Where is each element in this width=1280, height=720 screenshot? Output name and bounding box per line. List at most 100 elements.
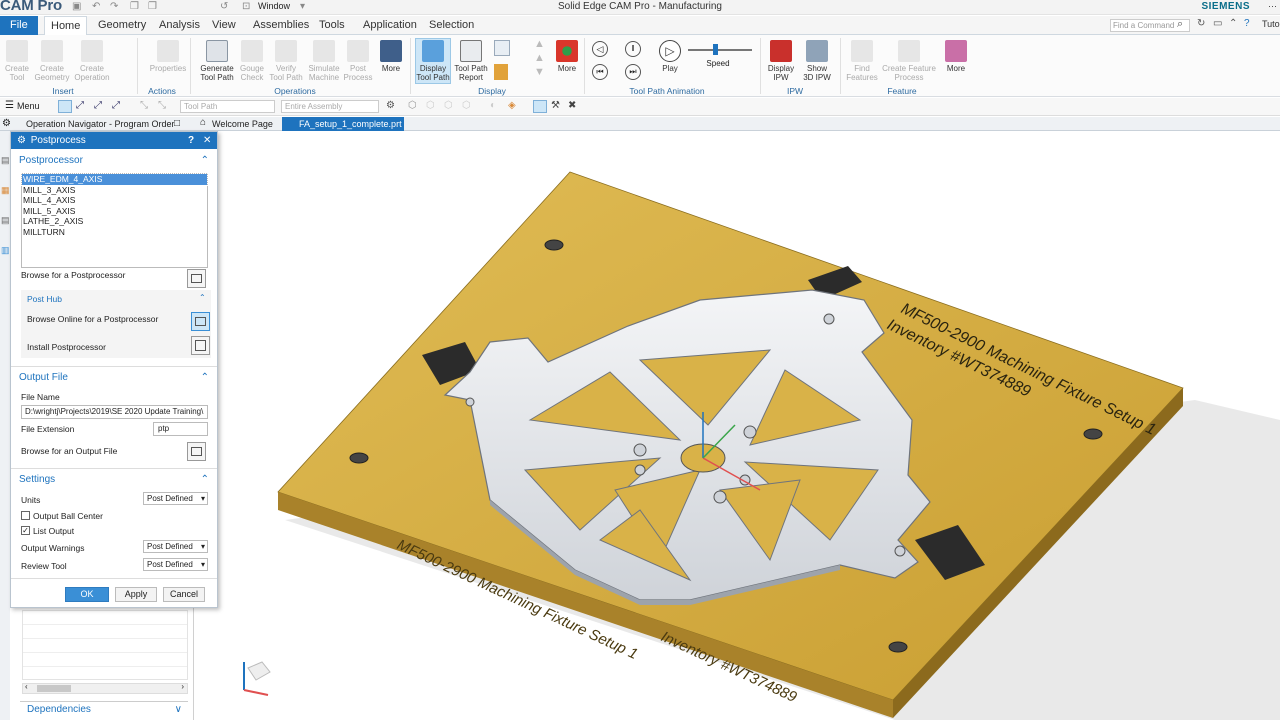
scope-select[interactable]: Entire Assembly (281, 100, 379, 113)
find-features-button[interactable]: Find Features (845, 40, 879, 82)
pin-icon[interactable]: □ (174, 118, 180, 129)
tab-view[interactable]: View (206, 16, 242, 35)
up-arrow-icon[interactable]: ▲ (534, 52, 545, 64)
ok-button[interactable]: OK (65, 587, 109, 602)
menu-button[interactable]: Menu (17, 101, 40, 111)
tab-file[interactable]: File (0, 16, 38, 35)
tab-tools[interactable]: Tools (313, 16, 351, 35)
list-item[interactable]: LATHE_2_AXIS (22, 216, 207, 227)
generate-tool-path-button[interactable]: Generate Tool Path (198, 40, 236, 82)
tab-analysis[interactable]: Analysis (153, 16, 206, 35)
snap-icon[interactable]: ⬡ (444, 100, 453, 111)
display-option-icon[interactable] (494, 40, 510, 56)
review-tool-select[interactable]: Post Defined (143, 558, 208, 571)
type-filter-select[interactable]: Tool Path (180, 100, 275, 113)
snap-icon[interactable]: ⬡ (426, 100, 435, 111)
assembly-icon[interactable]: ▥ (1, 245, 10, 256)
machine-icon[interactable]: ▦ (1, 185, 10, 196)
output-ball-center-checkbox[interactable] (21, 511, 30, 520)
units-select[interactable]: Post Defined (143, 492, 208, 505)
create-geometry-button[interactable]: Create Geometry (33, 40, 71, 82)
snap-icon[interactable]: ⚙ (386, 100, 395, 111)
more-display-button[interactable]: More (554, 40, 580, 73)
window-icon[interactable]: ▭ (1213, 18, 1222, 29)
dependencies-panel-header[interactable]: Dependencies ∨ (20, 701, 188, 716)
view-toggle-icon[interactable] (533, 100, 547, 113)
dialog-title-bar[interactable]: ⚙ Postprocess ? ✕ (11, 132, 217, 149)
select-icon[interactable]: ⤢ (94, 100, 102, 111)
verify-tool-path-button[interactable]: Verify Tool Path (268, 40, 304, 82)
close-icon[interactable]: ✕ (203, 132, 211, 149)
output-warnings-select[interactable]: Post Defined (143, 540, 208, 553)
file-extension-input[interactable]: ptp (153, 422, 208, 436)
browse-folder-button[interactable] (187, 269, 206, 288)
tutorial-link[interactable]: Tuto (1262, 19, 1280, 29)
post-hub-header[interactable]: Post Hub (27, 294, 62, 304)
settings-section-header[interactable]: Settings (19, 474, 55, 485)
up-arrow-icon[interactable]: ▲ (534, 38, 545, 50)
list-item[interactable]: MILL_3_AXIS (22, 185, 207, 196)
output-file-section-header[interactable]: Output File (19, 372, 68, 383)
snap-icon[interactable]: ⬡ (408, 100, 417, 111)
list-item[interactable]: WIRE_EDM_4_AXIS (21, 173, 208, 186)
chevron-up-icon[interactable]: ⌃ (201, 474, 209, 485)
create-feature-process-button[interactable]: Create Feature Process (880, 40, 938, 82)
select-icon[interactable]: ⤢ (76, 100, 84, 111)
list-item[interactable]: MILL_5_AXIS (22, 206, 207, 217)
select-icon[interactable]: ⤡ (140, 100, 148, 111)
postprocessor-section-header[interactable]: Postprocessor (19, 155, 83, 166)
horizontal-scrollbar[interactable]: ‹ › (22, 682, 188, 694)
speed-slider-thumb[interactable] (713, 44, 718, 55)
scroll-left-icon[interactable]: ‹ (25, 682, 28, 691)
menu-icon[interactable]: ☰ (5, 100, 14, 111)
step-back-icon[interactable]: ◁ (592, 41, 608, 57)
tab-part-file[interactable]: FA_setup_1_complete.prt ✕ (282, 117, 404, 143)
view-toggle-icon[interactable]: ✖ (568, 100, 576, 111)
create-operation-button[interactable]: Create Operation (72, 40, 112, 82)
search-icon[interactable]: ⌕ (1177, 18, 1183, 31)
simulate-machine-button[interactable]: Simulate Machine (306, 40, 342, 82)
select-icon[interactable]: ⤢ (112, 100, 120, 111)
pause-icon[interactable]: ‖ (625, 41, 641, 57)
tab-application[interactable]: Application (357, 16, 423, 35)
list-output-checkbox[interactable]: ✓ (21, 526, 30, 535)
create-tool-button[interactable]: Create Tool (2, 40, 32, 82)
graphics-viewport[interactable]: MF500-2900 Machining Fixture Setup 1 Inv… (195, 131, 1280, 720)
more-feature-button[interactable]: More (943, 40, 969, 73)
list-item[interactable]: MILL_4_AXIS (22, 195, 207, 206)
navigator-icon[interactable]: ▤ (1, 155, 10, 166)
select-icon[interactable]: ⤡ (158, 100, 166, 111)
down-arrow-icon[interactable]: ▼ (534, 66, 545, 78)
apply-button[interactable]: Apply (115, 587, 157, 602)
list-item[interactable]: MILLTURN (22, 227, 207, 238)
display-ipw-button[interactable]: Display IPW (765, 40, 797, 82)
chevron-up-icon[interactable]: ⌃ (201, 155, 209, 166)
snap-icon[interactable]: ⬡ (462, 100, 471, 111)
tool-display-icon[interactable] (494, 64, 508, 80)
cancel-button[interactable]: Cancel (163, 587, 205, 602)
rewind-icon[interactable]: ⏮ (592, 64, 608, 80)
help-icon[interactable]: ? (1244, 18, 1250, 29)
refresh-icon[interactable]: ↻ (1197, 18, 1205, 29)
snap-icon[interactable]: ◐ (490, 100, 496, 111)
minimize-icon[interactable]: ⋯ (1268, 1, 1277, 12)
chevron-up-icon[interactable]: ⌃ (199, 293, 206, 302)
select-filter-icon[interactable] (58, 100, 72, 113)
scroll-right-icon[interactable]: › (181, 682, 184, 691)
tab-welcome-page[interactable]: Welcome Page (206, 117, 279, 131)
speed-slider[interactable] (688, 49, 752, 51)
file-name-input[interactable]: D:\wrightj\Projects\2019\SE 2020 Update … (21, 405, 208, 419)
view-toggle-icon[interactable]: ⚒ (551, 100, 560, 111)
help-icon[interactable]: ? (188, 132, 194, 149)
forward-icon[interactable]: ⏭ (625, 64, 641, 80)
gouge-check-button[interactable]: Gouge Check (238, 40, 266, 82)
post-process-button[interactable]: Post Process (343, 40, 373, 82)
postprocessor-list[interactable]: WIRE_EDM_4_AXIS MILL_3_AXIS MILL_4_AXIS … (21, 173, 208, 268)
tab-home[interactable]: Home (44, 16, 88, 36)
tab-selection[interactable]: Selection (423, 16, 480, 35)
browse-output-button[interactable] (187, 442, 206, 461)
tool-path-report-button[interactable]: Tool Path Report (452, 40, 490, 82)
play-button[interactable]: ▷ Play (656, 40, 684, 73)
snap-icon[interactable]: ◈ (508, 100, 516, 111)
chevron-up-icon[interactable]: ⌃ (1229, 18, 1237, 29)
